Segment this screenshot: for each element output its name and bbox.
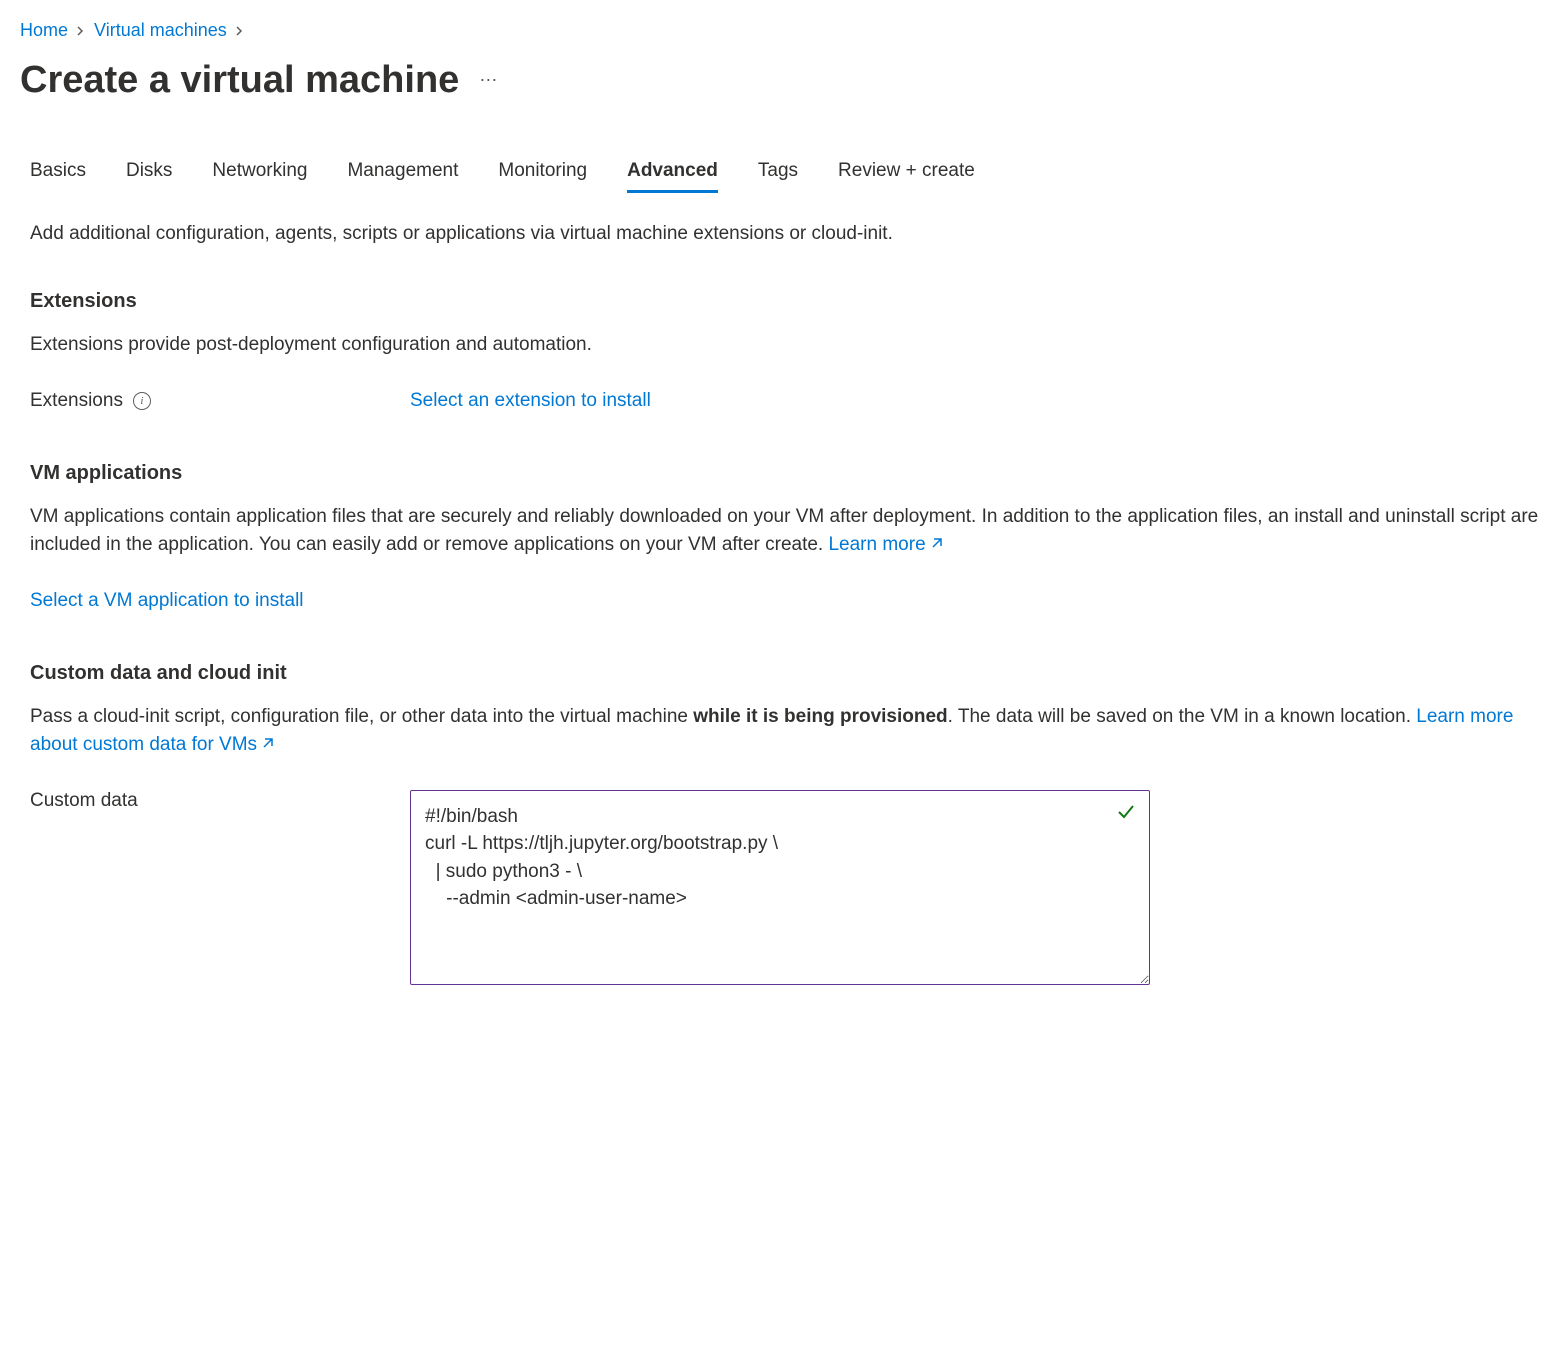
tab-networking[interactable]: Networking [212,152,307,193]
external-link-icon [261,735,274,756]
vm-apps-desc-text: VM applications contain application file… [30,506,1538,556]
custom-data-title: Custom data and cloud init [30,662,1546,685]
learn-more-text: Learn more [828,534,925,555]
vm-apps-desc: VM applications contain application file… [30,503,1546,560]
extensions-desc: Extensions provide post-deployment confi… [30,331,1546,360]
tabs: Basics Disks Networking Management Monit… [30,152,1546,193]
section-custom-data: Custom data and cloud init Pass a cloud-… [30,662,1546,988]
vm-apps-learn-more-link[interactable]: Learn more [828,534,942,555]
custom-data-desc: Pass a cloud-init script, configuration … [30,703,1546,760]
page-title: Create a virtual machine [20,59,459,102]
extensions-label-text: Extensions [30,390,123,412]
breadcrumb: Home Virtual machines [20,20,1546,41]
custom-data-textarea[interactable] [410,790,1150,985]
section-extensions: Extensions Extensions provide post-deplo… [30,290,1546,412]
breadcrumb-vms[interactable]: Virtual machines [94,20,227,41]
tab-review-create[interactable]: Review + create [838,152,975,193]
select-extension-link[interactable]: Select an extension to install [410,390,651,411]
breadcrumb-home[interactable]: Home [20,20,68,41]
custom-data-desc-bold: while it is being provisioned [693,706,947,727]
section-vm-applications: VM applications VM applications contain … [30,462,1546,612]
vm-apps-title: VM applications [30,462,1546,485]
select-vm-app-link[interactable]: Select a VM application to install [30,590,1546,612]
custom-data-desc-post: . The data will be saved on the VM in a … [948,706,1417,727]
more-icon[interactable]: ⋯ [479,70,499,91]
tab-disks[interactable]: Disks [126,152,172,193]
external-link-icon [930,535,943,556]
extensions-label: Extensions i [30,390,410,412]
extensions-title: Extensions [30,290,1546,313]
tab-monitoring[interactable]: Monitoring [498,152,587,193]
tab-basics[interactable]: Basics [30,152,86,193]
intro-text: Add additional configuration, agents, sc… [30,223,1546,245]
tab-advanced[interactable]: Advanced [627,152,718,193]
tab-tags[interactable]: Tags [758,152,798,193]
custom-data-desc-pre: Pass a cloud-init script, configuration … [30,706,693,727]
check-icon [1116,802,1136,827]
custom-data-label: Custom data [30,790,410,812]
chevron-right-icon [235,23,245,39]
page-header: Create a virtual machine ⋯ [20,59,1546,102]
tab-management[interactable]: Management [347,152,458,193]
chevron-right-icon [76,23,86,39]
info-icon[interactable]: i [133,392,151,410]
